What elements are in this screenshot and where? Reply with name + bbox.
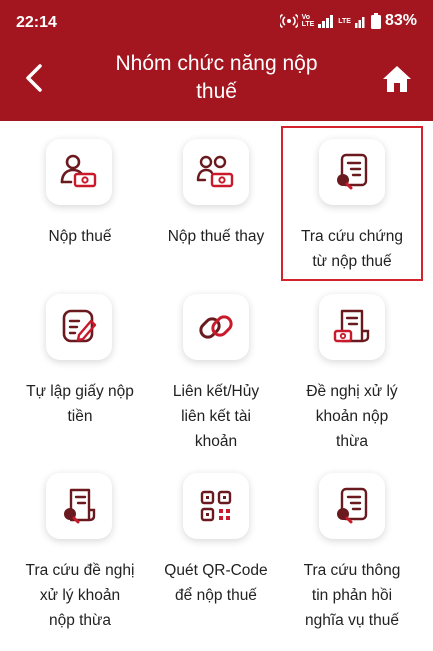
status-icons: Vo LTE LTE 83% [279,12,417,30]
label-line1: Tra cứu đề nghị [25,562,135,579]
person-money-icon [60,154,97,188]
icon-tile [319,473,385,539]
label-line1: Quét QR-Code [164,562,268,579]
signal-icon [318,15,334,28]
page-title-line1: Nhóm chức năng nộp [115,52,318,75]
battery-percent: 83% [384,12,417,29]
document-search-icon [337,153,368,190]
label-line1: Tự lập giấy nộp [26,383,134,400]
app-header: 22:14 Vo LTE LTE 83% Nhóm chức năng nộp … [0,0,433,121]
page-title: Nhóm chức năng nộp thuế [90,50,343,106]
label-line2: khoản nộp [315,408,389,425]
label-line2: liên kết tài [181,408,251,425]
item-label: Liên kết/Hủy liên kết tài khoản [144,379,288,454]
icon-tile [319,294,385,360]
page-title-line2: thuế [196,80,237,103]
label-line1: Tra cứu chứng [300,228,404,245]
icon-tile [183,473,249,539]
item-label: Tự lập giấy nộp tiền [8,379,152,429]
item-label: Tra cứu đề nghị xử lý khoản nộp thừa [8,558,152,633]
icon-tile [46,294,112,360]
battery-icon [370,13,381,29]
lte-label: LTE [338,17,351,25]
qr-code-icon [200,490,232,522]
volte-top: Vo [301,14,310,21]
label-line1: Nộp thuế [48,228,112,245]
label-line2: xử lý khoản [39,587,121,604]
label-line3: nghĩa vụ thuế [305,612,399,629]
volte-bottom: LTE [301,21,315,28]
signal-icon-2 [354,17,365,28]
label-line3: khoản [194,433,238,450]
volte-indicator: Vo LTE [302,14,315,28]
icon-tile [46,473,112,539]
back-button[interactable] [18,60,50,96]
label-line2: tin phản hồi [311,587,393,604]
status-time: 22:14 [16,14,57,31]
label-line1: Đề nghị xử lý [306,383,398,400]
people-money-icon [196,155,234,188]
home-button[interactable] [379,62,415,96]
label-line2: tiền [67,408,93,425]
home-icon [383,66,411,92]
hotspot-icon [279,13,298,29]
item-label: Nộp thuế [8,224,152,249]
label-line1: Nộp thuế thay [167,228,265,245]
item-label: Nộp thuế thay [144,224,288,249]
label-line1: Tra cứu thông [303,562,401,579]
label-line2: từ nộp thuế [312,253,392,270]
label-line3: nộp thừa [48,612,112,629]
icon-tile [183,139,249,205]
label-line2: để nộp thuế [175,587,257,604]
icon-tile [183,294,249,360]
edit-document-icon [62,309,97,343]
item-label: Quét QR-Code để nộp thuế [144,558,288,608]
label-line1: Liên kết/Hủy [172,383,260,400]
link-icon [199,315,233,339]
icon-tile [46,139,112,205]
chevron-left-icon [26,64,42,92]
item-label: Tra cứu thông tin phản hồi nghĩa vụ thuế [280,558,424,633]
document-search-icon [64,488,96,524]
icon-tile [319,139,385,205]
label-line3: thừa [336,433,368,450]
item-label: Đề nghị xử lý khoản nộp thừa [280,379,424,454]
document-search-icon [337,487,368,524]
document-money-icon [333,309,370,343]
item-label: Tra cứu chứng từ nộp thuế [280,224,424,274]
